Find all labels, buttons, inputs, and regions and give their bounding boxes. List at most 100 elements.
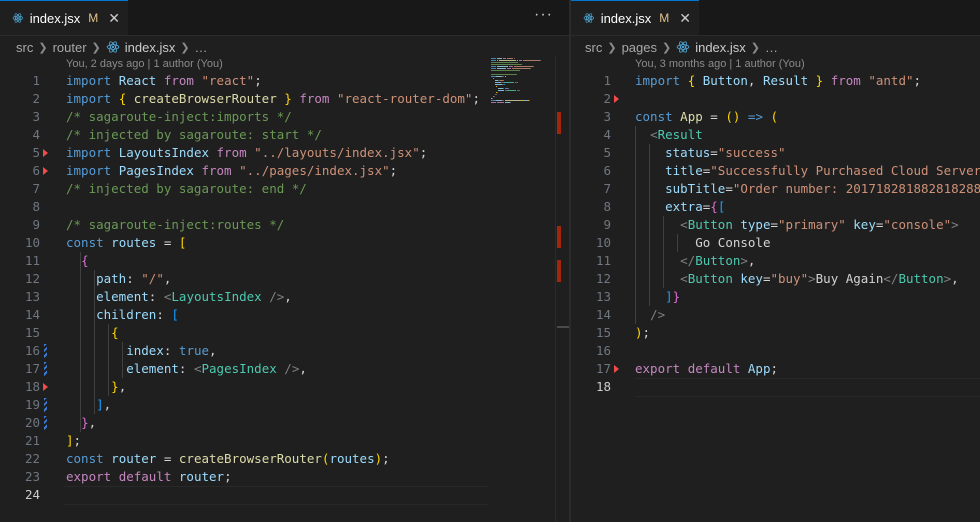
left-tab-index-jsx[interactable]: index.jsx M ✕ (0, 0, 128, 35)
code-line[interactable]: 1 import React from "react"; (0, 72, 569, 90)
code-line[interactable]: 1 import { Button, Result } from "antd"; (571, 72, 980, 90)
minimap-stroke (504, 76, 506, 77)
code-line[interactable]: 2 (571, 90, 980, 108)
code-line[interactable]: 17 element: <PagesIndex />, (0, 360, 569, 378)
right-code-editor[interactable]: You, 3 months ago | 1 author (You) 1 impo… (571, 56, 980, 522)
code-text: }, (66, 414, 96, 432)
code-line[interactable]: 3 const App = () => ( (571, 108, 980, 126)
git-blame-annotation[interactable]: You, 2 days ago | 1 author (You) (66, 58, 223, 70)
code-text: ); (635, 324, 650, 342)
breadcrumb-item-symbol[interactable]: … (195, 40, 208, 55)
code-line[interactable]: 5 status="success" (571, 144, 980, 162)
modified-line-marker[interactable] (44, 344, 47, 358)
breadcrumb-item-src[interactable]: src (16, 40, 33, 55)
left-minimap[interactable] (489, 56, 555, 522)
code-line[interactable]: 21]; (0, 432, 569, 450)
code-line[interactable]: 7 /* injected by sagaroute: end */ (0, 180, 569, 198)
modified-line-marker[interactable] (44, 398, 47, 412)
minimap-stroke (491, 66, 497, 67)
breadcrumb-item-pages[interactable]: pages (622, 40, 657, 55)
code-token: </ (680, 253, 696, 268)
code-line[interactable]: 9 <Button type="primary" key="console"> (571, 216, 980, 234)
deleted-lines-icon[interactable] (43, 149, 48, 157)
deleted-lines-icon[interactable] (614, 365, 619, 373)
code-line[interactable]: 10 Go Console (571, 234, 980, 252)
line-number: 6 (603, 163, 611, 178)
code-line[interactable]: 24 (0, 486, 569, 505)
minimap-stroke (539, 60, 541, 61)
code-token: Button (702, 73, 748, 88)
code-line[interactable]: 14 /> (571, 306, 980, 324)
code-line[interactable]: 5 import LayoutsIndex from "../layouts/in… (0, 144, 569, 162)
code-line[interactable]: 8 extra={[ (571, 198, 980, 216)
right-tab-close-icon[interactable]: ✕ (679, 10, 691, 27)
left-tab-close-icon[interactable]: ✕ (108, 10, 120, 27)
code-token: ; (73, 433, 82, 448)
code-line[interactable]: 6 import PagesIndex from "../pages/index.… (0, 162, 569, 180)
code-line[interactable]: 22 const router = createBrowserRouter(rou… (0, 450, 569, 468)
code-line[interactable]: 11 { (0, 252, 569, 270)
code-line[interactable]: 13 element: <LayoutsIndex />, (0, 288, 569, 306)
code-text: ]} (635, 288, 680, 306)
code-line[interactable]: 7 subTitle="Order number: 20171828188281… (571, 180, 980, 198)
code-line[interactable]: 4 /* injected by sagaroute: start */ (0, 126, 569, 144)
breadcrumb-item-src[interactable]: src (585, 40, 602, 55)
deleted-lines-icon[interactable] (614, 95, 619, 103)
code-line[interactable]: 16 index: true, (0, 342, 569, 360)
code-line[interactable]: 3 /* sagaroute-inject:imports */ (0, 108, 569, 126)
code-line[interactable]: 16 (571, 342, 980, 360)
line-number: 14 (595, 307, 611, 322)
code-line[interactable]: 2 import { createBrowserRouter } from "re… (0, 90, 569, 108)
code-line[interactable]: 23 export default router; (0, 468, 569, 486)
code-line[interactable]: 11 </Button>, (571, 252, 980, 270)
left-code-editor[interactable]: You, 2 days ago | 1 author (You) 1 import… (0, 56, 569, 522)
code-token: /> (650, 307, 666, 322)
deleted-lines-icon[interactable] (43, 167, 48, 175)
code-line[interactable]: 18 (571, 378, 980, 397)
code-line[interactable]: 14 children: [ (0, 306, 569, 324)
code-token: /* injected by sagaroute: end */ (66, 181, 307, 196)
deleted-lines-icon[interactable] (43, 383, 48, 391)
right-tab-index-jsx[interactable]: index.jsx M ✕ (571, 0, 699, 35)
code-token: , (951, 271, 959, 286)
code-token: "buy" (770, 271, 809, 286)
code-token: subTitle (665, 181, 726, 196)
left-scrollbar[interactable] (555, 56, 569, 522)
code-line[interactable]: 20 }, (0, 414, 569, 432)
more-actions-icon[interactable]: ··· (534, 6, 553, 24)
code-line[interactable]: 10 const routes = [ (0, 234, 569, 252)
code-line[interactable]: 12 path: "/", (0, 270, 569, 288)
code-text: import PagesIndex from "../pages/index.j… (66, 162, 397, 180)
line-number: 19 (24, 397, 40, 412)
code-token: , (284, 289, 292, 304)
code-text: path: "/", (66, 270, 171, 288)
minimap-stroke (491, 58, 497, 59)
line-number: 6 (32, 163, 40, 178)
code-token: ( (770, 109, 779, 124)
code-line[interactable]: 15); (571, 324, 980, 342)
code-line[interactable]: 9 /* sagaroute-inject:routes */ (0, 216, 569, 234)
code-line[interactable]: 13 ]} (571, 288, 980, 306)
code-line[interactable]: 19 ], (0, 396, 569, 414)
code-line[interactable]: 12 <Button key="buy">Buy Again</Button>, (571, 270, 980, 288)
breadcrumb-item-symbol[interactable]: … (765, 40, 778, 55)
modified-line-marker[interactable] (44, 362, 47, 376)
code-line[interactable]: 4 <Result (571, 126, 980, 144)
code-line[interactable]: 17 export default App; (571, 360, 980, 378)
code-line[interactable]: 18 }, (0, 378, 569, 396)
line-number: 20 (24, 415, 40, 430)
code-text: { (66, 252, 89, 270)
breadcrumb-item-router[interactable]: router (53, 40, 87, 55)
code-token: Button (898, 271, 944, 286)
modified-line-marker[interactable] (44, 416, 47, 430)
breadcrumb-item-file[interactable]: index.jsx (695, 40, 746, 55)
code-line[interactable]: 6 title="Successfully Purchased Cloud Se… (571, 162, 980, 180)
breadcrumb-item-file[interactable]: index.jsx (125, 40, 176, 55)
code-line[interactable]: 8 (0, 198, 569, 216)
git-blame-annotation[interactable]: You, 3 months ago | 1 author (You) (635, 58, 805, 70)
code-line[interactable]: 15 { (0, 324, 569, 342)
